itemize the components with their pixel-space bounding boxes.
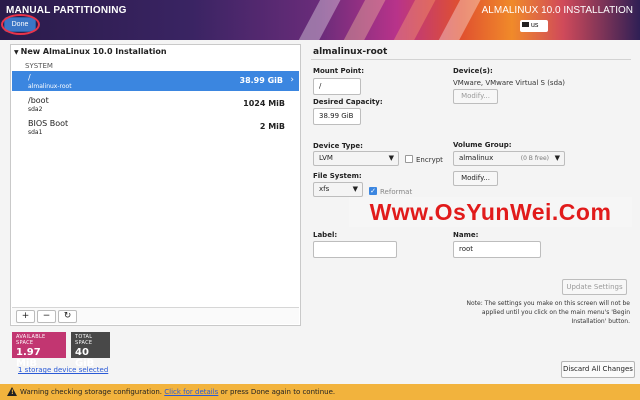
device-type-value: LVM [319,154,333,162]
available-space-caption: AVAILABLE SPACE [16,334,46,346]
volume-group-label: Volume Group: [453,141,512,149]
discard-all-changes-button[interactable]: Discard All Changes [561,361,635,378]
dropdown-arrow-icon: ▼ [554,154,560,162]
mount-point-label: Mount Point: [313,67,364,75]
detail-title: almalinux-root [313,47,388,57]
file-system-select[interactable]: xfs ▼ [313,182,363,197]
keyboard-layout-indicator[interactable]: us [520,20,548,32]
add-partition-button[interactable]: + [16,310,35,323]
keyboard-layout-label: us [531,22,539,29]
available-space-box: AVAILABLE SPACE 1.97 MiB [12,332,66,369]
partition-device: almalinux-root [28,83,72,90]
volume-group-select[interactable]: almalinux (0 B free) ▼ [453,151,565,166]
partition-size: 1024 MiB [243,99,285,108]
volume-group-modify-button[interactable]: Modify... [453,171,498,186]
encrypt-checkbox[interactable] [405,155,413,163]
watermark: Www.OsYunWei.Com [349,197,632,227]
partition-size: 38.99 GiB [239,76,284,85]
mount-point-input[interactable]: / [313,78,361,95]
partition-row-biosboot[interactable]: BIOS Boot sda1 2 MiB [12,117,299,137]
update-settings-button[interactable]: Update Settings [562,279,627,295]
section-label-system: SYSTEM [25,62,53,70]
encrypt-label: Encrypt [416,156,443,164]
partition-device: sda2 [28,106,43,113]
volume-group-free: (0 B free) [520,155,549,162]
partition-toolbar: + − ↻ [12,307,299,324]
partition-device: sda1 [28,129,43,136]
refresh-button[interactable]: ↻ [58,310,77,323]
device-type-label: Device Type: [313,142,363,150]
chevron-right-icon: › [290,75,294,85]
capacity-input[interactable]: 38.99 GiB [313,108,361,125]
volume-group-value: almalinux [459,154,494,162]
remove-partition-button[interactable]: − [37,310,56,323]
partition-size: 2 MiB [259,122,285,131]
divider [311,59,631,60]
header-decoration [272,0,346,40]
header-bar: MANUAL PARTITIONING Done ALMALINUX 10.0 … [0,0,640,40]
install-title: ALMALINUX 10.0 INSTALLATION [481,5,633,16]
total-space-caption: TOTAL SPACE [75,334,93,346]
highlight-ring [1,14,40,35]
expand-triangle-icon: ▼ [14,49,19,56]
warning-text: Warning checking storage configuration. [20,388,165,396]
devices-value: VMware, VMware Virtual S (sda) [453,79,566,87]
warning-icon: ! [7,387,17,396]
partition-row-boot[interactable]: /boot sda2 1024 MiB [12,94,299,114]
name-input[interactable]: root [453,241,541,258]
partition-mount: BIOS Boot [28,119,69,128]
partition-mount: /boot [28,96,49,105]
label-field-label: Label: [313,231,338,239]
devices-label: Device(s): [453,67,493,75]
partition-tree: ▼ New AlmaLinux 10.0 Installation SYSTEM … [10,44,301,326]
warning-details-link[interactable]: Click for details [164,388,218,396]
dropdown-arrow-icon: ▼ [388,154,394,162]
warning-bar: ! Warning checking storage configuration… [0,384,640,400]
capacity-label: Desired Capacity: [313,98,383,106]
dropdown-arrow-icon: ▼ [352,185,358,193]
partition-mount: / [28,73,31,82]
tree-title-label: New AlmaLinux 10.0 Installation [20,47,167,56]
label-input[interactable] [313,241,397,258]
device-type-select[interactable]: LVM ▼ [313,151,399,166]
total-space-box: TOTAL SPACE 40 GiB [71,332,110,369]
partition-row-root[interactable]: / almalinux-root 38.99 GiB › [12,71,299,91]
reformat-label: Reformat [380,188,413,196]
devices-modify-button[interactable]: Modify... [453,89,498,104]
storage-devices-link[interactable]: 1 storage device selected [18,366,108,374]
settings-note: Note: The settings you make on this scre… [466,300,630,325]
tree-title[interactable]: ▼ New AlmaLinux 10.0 Installation [14,47,167,56]
file-system-value: xfs [319,185,330,193]
keyboard-icon [522,22,529,27]
reformat-checkbox[interactable]: ✓ [369,187,377,195]
warning-suffix: or press Done again to continue. [218,388,336,396]
name-label: Name: [453,231,479,239]
file-system-label: File System: [313,172,362,180]
